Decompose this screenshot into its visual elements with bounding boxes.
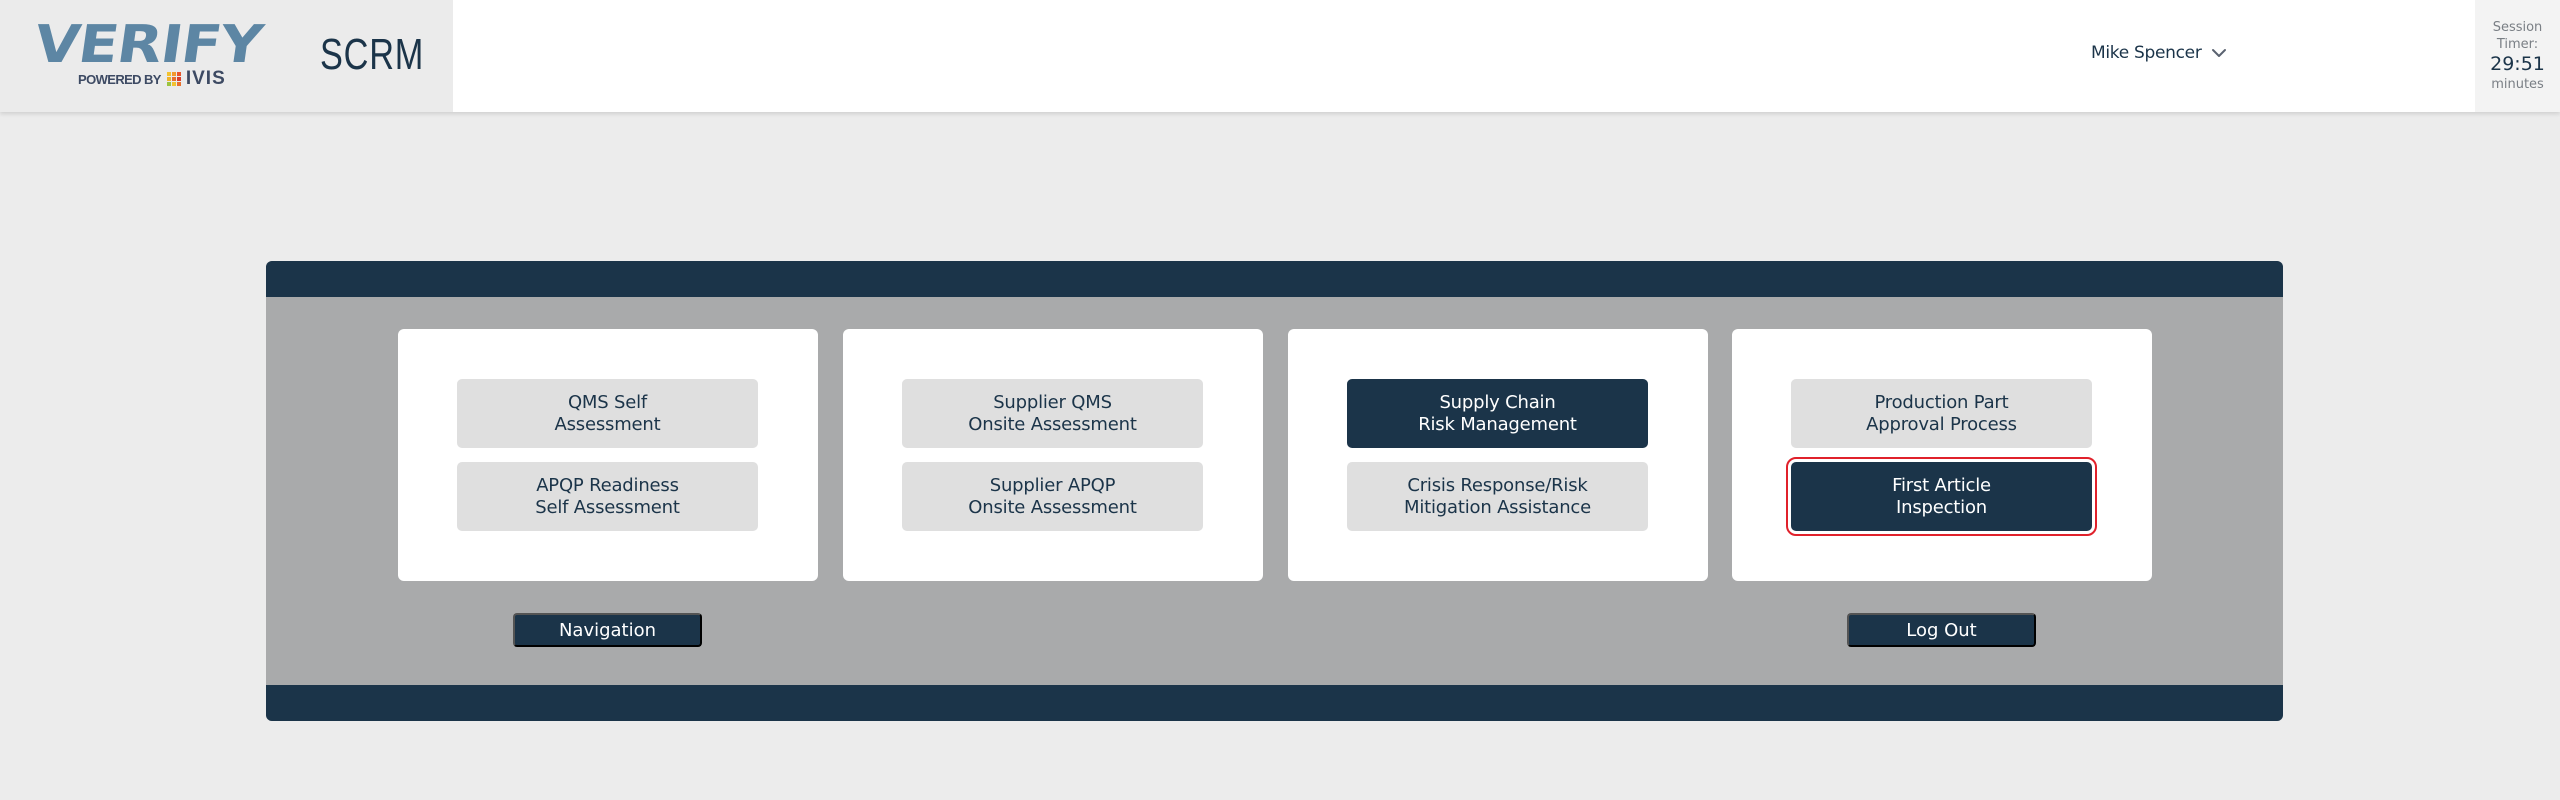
module-card-parts: Production Part Approval Process First A… xyxy=(1732,329,2152,581)
user-name: Mike Spencer xyxy=(2091,43,2202,63)
ivis-wordmark: IVIS xyxy=(185,68,226,89)
production-part-approval-process-button[interactable]: Production Part Approval Process xyxy=(1791,379,2092,448)
session-timer-label-1: Session xyxy=(2492,20,2543,35)
verify-wordmark: VERIFY xyxy=(30,15,266,75)
first-article-inspection-button[interactable]: First Article Inspection xyxy=(1786,457,2097,536)
ivis-grid-cell xyxy=(176,82,181,86)
ivis-grid-cell xyxy=(171,82,176,86)
ivis-grid-cell xyxy=(166,77,171,81)
navigation-button[interactable]: Navigation xyxy=(513,613,702,647)
ivis-grid-cell xyxy=(171,77,176,81)
session-timer-unit: minutes xyxy=(2491,77,2544,92)
supplier-qms-onsite-assessment-button[interactable]: Supplier QMS Onsite Assessment xyxy=(902,379,1203,448)
module-card-assessment: QMS Self Assessment APQP Readiness Self … xyxy=(398,329,818,581)
powered-by-text: POWERED BY xyxy=(78,71,161,87)
app-title: SCRM xyxy=(320,30,425,79)
log-out-button[interactable]: Log Out xyxy=(1847,613,2036,647)
powered-by-row: POWERED BY IVIS xyxy=(78,68,226,89)
session-timer-label-2: Timer: xyxy=(2496,37,2539,52)
module-card-supplier-onsite: Supplier QMS Onsite Assessment Supplier … xyxy=(843,329,1263,581)
panel-bottom-bar xyxy=(266,685,2283,721)
user-menu[interactable]: Mike Spencer xyxy=(2091,40,2227,66)
supply-chain-risk-management-button[interactable]: Supply Chain Risk Management xyxy=(1347,379,1648,448)
ivis-grid-cell xyxy=(171,72,176,76)
qms-self-assessment-button[interactable]: QMS Self Assessment xyxy=(457,379,758,448)
supplier-apqp-onsite-assessment-button[interactable]: Supplier APQP Onsite Assessment xyxy=(902,462,1203,531)
top-header: VERIFY POWERED BY IVIS SCRM Mike Spencer… xyxy=(0,0,2560,112)
ivis-grid-cell xyxy=(166,72,171,76)
crisis-response-risk-mitigation-button[interactable]: Crisis Response/Risk Mitigation Assistan… xyxy=(1347,462,1648,531)
logo-area: VERIFY POWERED BY IVIS SCRM xyxy=(0,0,453,112)
chevron-down-icon xyxy=(2211,49,2226,57)
apqp-readiness-self-assessment-button[interactable]: APQP Readiness Self Assessment xyxy=(457,462,758,531)
ivis-grid-cell xyxy=(176,77,181,81)
ivis-grid-cell xyxy=(176,72,181,76)
module-panel: QMS Self Assessment APQP Readiness Self … xyxy=(266,261,2283,721)
module-card-risk: Supply Chain Risk Management Crisis Resp… xyxy=(1288,329,1708,581)
session-timer-value: 29:51 xyxy=(2490,53,2545,75)
ivis-grid-icon xyxy=(166,72,181,86)
verify-logo[interactable]: VERIFY POWERED BY IVIS xyxy=(31,15,270,89)
panel-top-bar xyxy=(266,261,2283,297)
session-timer: Session Timer: 29:51 minutes xyxy=(2475,0,2560,112)
ivis-grid-cell xyxy=(166,82,171,86)
